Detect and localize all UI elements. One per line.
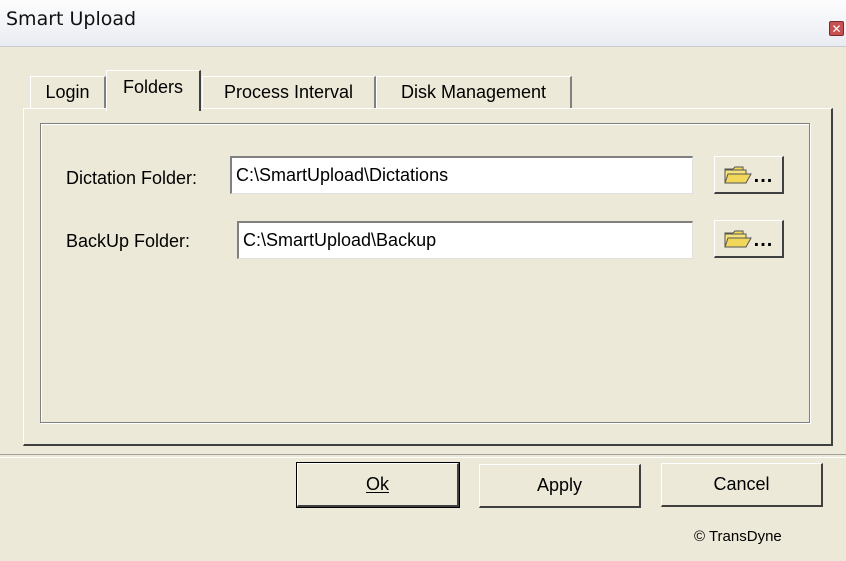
- window-title: Smart Upload: [6, 8, 137, 30]
- apply-button[interactable]: Apply: [479, 464, 641, 508]
- folder-icon: [723, 166, 752, 183]
- tab-login[interactable]: Login: [30, 76, 106, 108]
- folders-group: Dictation Folder: ... BackUp Folder: ...: [40, 123, 810, 423]
- dictation-folder-input[interactable]: [230, 156, 693, 194]
- tab-process-interval[interactable]: Process Interval: [202, 76, 376, 108]
- tab-strip: Login Folders Process Interval Disk Mana…: [22, 70, 822, 111]
- separator: [0, 454, 846, 458]
- backup-browse-button[interactable]: ...: [714, 220, 784, 258]
- tab-process-interval-label: Process Interval: [223, 82, 354, 102]
- ok-button-label: Ok: [365, 474, 389, 494]
- smart-upload-window: Smart Upload ✕ Login Folders Process Int…: [0, 0, 846, 561]
- tab-disk-management-label: Disk Management: [400, 82, 547, 102]
- browse-dots: ...: [753, 165, 774, 187]
- backup-folder-input[interactable]: [237, 221, 693, 259]
- title-bar[interactable]: Smart Upload ✕: [0, 0, 846, 47]
- dictation-browse-button[interactable]: ...: [714, 156, 784, 194]
- dictation-folder-label: Dictation Folder:: [66, 168, 198, 188]
- ok-button[interactable]: Ok: [296, 462, 460, 508]
- tab-login-label: Login: [45, 82, 90, 102]
- browse-dots: ...: [753, 229, 774, 251]
- copyright-text: © TransDyne: [694, 528, 782, 545]
- tab-disk-management[interactable]: Disk Management: [376, 76, 572, 108]
- tab-folders-label: Folders: [122, 77, 184, 97]
- cancel-button[interactable]: Cancel: [661, 463, 823, 507]
- apply-button-label: Apply: [536, 475, 583, 495]
- close-icon: ✕: [831, 22, 842, 36]
- folder-icon: [723, 230, 752, 247]
- tab-folders[interactable]: Folders: [106, 70, 201, 111]
- cancel-button-label: Cancel: [713, 474, 770, 494]
- backup-folder-label: BackUp Folder:: [66, 231, 191, 251]
- tab-panel-folders: Dictation Folder: ... BackUp Folder: ...: [23, 108, 833, 446]
- close-button[interactable]: ✕: [829, 21, 844, 36]
